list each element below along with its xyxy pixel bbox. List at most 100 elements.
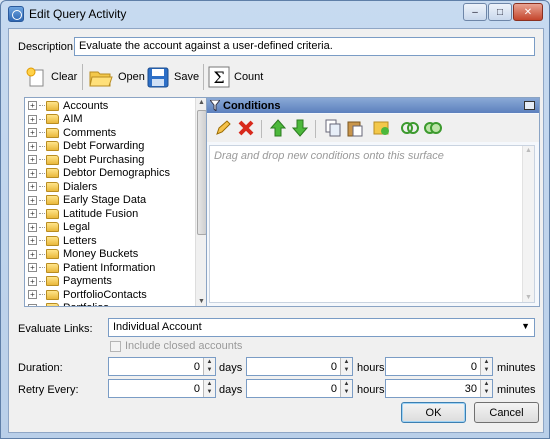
duration-minutes-spinner[interactable]: 0 ▲ ▼ <box>385 357 493 376</box>
expand-icon[interactable]: + <box>28 222 37 232</box>
title-bar[interactable]: Edit Query Activity – □ ✕ <box>1 1 549 27</box>
expand-icon[interactable]: + <box>28 209 37 219</box>
tree-item[interactable]: + Money Buckets <box>25 248 208 262</box>
expand-icon[interactable]: + <box>28 236 37 246</box>
open-folder-icon <box>89 71 113 87</box>
svg-text:Σ: Σ <box>213 68 224 87</box>
ok-button[interactable]: OK <box>401 402 466 423</box>
duration-label: Duration: <box>18 362 63 374</box>
data-tree[interactable]: + Accounts + AIM + Comments + Debt Forwarding + D… <box>24 97 209 307</box>
scroll-up-icon[interactable]: ▲ <box>525 147 532 154</box>
or-icon[interactable] <box>424 119 442 137</box>
expand-icon[interactable]: + <box>28 182 37 192</box>
tree-connector <box>39 159 45 161</box>
expand-icon[interactable]: + <box>28 101 37 111</box>
tree-item[interactable]: + AIM <box>25 113 208 127</box>
scroll-down-icon[interactable]: ▼ <box>525 294 532 301</box>
spin-arrows-icon[interactable]: ▲ ▼ <box>480 358 492 375</box>
days-unit: days <box>219 362 243 374</box>
tree-item-label: PortfolioContacts <box>63 288 147 301</box>
tree-item[interactable]: + Payments <box>25 275 208 289</box>
spin-arrows-icon[interactable]: ▲ ▼ <box>340 380 352 397</box>
tree-item[interactable]: + Debt Forwarding <box>25 140 208 154</box>
close-button[interactable]: ✕ <box>513 3 543 21</box>
tree-item[interactable]: + Accounts <box>25 99 208 113</box>
expand-icon[interactable]: + <box>28 128 37 138</box>
edit-query-activity-window: Edit Query Activity – □ ✕ Description: E… <box>0 0 550 439</box>
retry-hours-spinner[interactable]: 0 ▲ ▼ <box>246 379 353 398</box>
group-icon[interactable] <box>372 119 390 137</box>
expand-icon[interactable]: + <box>28 114 37 124</box>
maximize-button[interactable]: □ <box>488 3 512 21</box>
spin-arrows-icon[interactable]: ▲ ▼ <box>340 358 352 375</box>
include-closed-checkbox[interactable]: Include closed accounts <box>110 340 242 352</box>
folder-icon <box>46 249 59 260</box>
count-button[interactable]: Σ Count <box>208 63 263 91</box>
expand-icon[interactable]: + <box>28 195 37 205</box>
days-unit: days <box>219 384 243 396</box>
tree-connector <box>39 213 45 215</box>
evaluate-links-select[interactable]: Individual Account ▼ <box>108 318 535 337</box>
conditions-panel: Conditions Drag and drop new conditions … <box>206 97 540 307</box>
expand-icon[interactable]: + <box>28 141 37 151</box>
tree-item[interactable]: + Latitude Fusion <box>25 207 208 221</box>
edit-icon[interactable] <box>214 119 232 137</box>
paste-icon[interactable] <box>346 119 364 137</box>
conditions-toolbar <box>207 114 539 142</box>
open-label: Open <box>118 71 145 83</box>
expand-icon[interactable]: + <box>28 303 37 306</box>
surface-scrollbar[interactable]: ▲ ▼ <box>522 146 534 302</box>
minimize-button[interactable]: – <box>463 3 487 21</box>
retry-days-spinner[interactable]: 0 ▲ ▼ <box>108 379 216 398</box>
tree-item-label: Latitude Fusion <box>63 207 139 220</box>
and-icon[interactable] <box>401 119 419 137</box>
copy-icon[interactable] <box>324 119 342 137</box>
scroll-down-icon[interactable]: ▼ <box>198 298 205 305</box>
description-field[interactable]: Evaluate the account against a user-defi… <box>74 37 535 56</box>
dialog-client-area: Description: Evaluate the account agains… <box>8 28 544 433</box>
spin-arrows-icon[interactable]: ▲ ▼ <box>480 380 492 397</box>
tree-item[interactable]: + Dialers <box>25 180 208 194</box>
checkbox-box <box>110 340 121 352</box>
cancel-button[interactable]: Cancel <box>474 402 539 423</box>
expand-icon[interactable]: + <box>28 168 37 178</box>
tree-item[interactable]: + Legal <box>25 221 208 235</box>
tree-item[interactable]: + Portfolios <box>25 302 208 306</box>
duration-hours-spinner[interactable]: 0 ▲ ▼ <box>246 357 353 376</box>
sigma-icon: Σ <box>208 66 230 88</box>
tree-connector <box>39 145 45 147</box>
tree-item[interactable]: + Debtor Demographics <box>25 167 208 181</box>
tree-item[interactable]: + PortfolioContacts <box>25 288 208 302</box>
spin-arrows-icon[interactable]: ▲ ▼ <box>203 380 215 397</box>
tree-connector <box>39 105 45 107</box>
toolbar-separator <box>261 120 262 138</box>
clear-label: Clear <box>51 71 78 83</box>
clear-button[interactable]: Clear <box>25 63 77 91</box>
retry-minutes-spinner[interactable]: 30 ▲ ▼ <box>385 379 493 398</box>
tree-item[interactable]: + Debt Purchasing <box>25 153 208 167</box>
tree-item[interactable]: + Early Stage Data <box>25 194 208 208</box>
expand-icon[interactable]: + <box>28 276 37 286</box>
spin-arrows-icon[interactable]: ▲ ▼ <box>203 358 215 375</box>
scroll-up-icon[interactable]: ▲ <box>198 99 205 106</box>
tree-item[interactable]: + Letters <box>25 234 208 248</box>
save-button[interactable]: Save <box>146 63 199 91</box>
duration-days-spinner[interactable]: 0 ▲ ▼ <box>108 357 216 376</box>
tree-connector <box>39 267 45 269</box>
tree-item[interactable]: + Comments <box>25 126 208 140</box>
open-button[interactable]: Open <box>88 63 145 91</box>
conditions-drop-surface[interactable]: Drag and drop new conditions onto this s… <box>209 145 535 303</box>
tree-item-label: Payments <box>63 275 112 288</box>
tree-item-label: AIM <box>63 113 83 126</box>
tree-item[interactable]: + Patient Information <box>25 261 208 275</box>
tree-connector <box>39 253 45 255</box>
delete-icon[interactable] <box>237 119 255 137</box>
expand-icon[interactable]: + <box>28 249 37 259</box>
expand-icon[interactable]: + <box>28 263 37 273</box>
chevron-down-icon: ▼ <box>521 321 530 331</box>
expand-icon[interactable]: + <box>28 290 37 300</box>
collapse-icon[interactable] <box>524 101 535 110</box>
move-up-icon[interactable] <box>269 119 287 137</box>
move-down-icon[interactable] <box>291 119 309 137</box>
expand-icon[interactable]: + <box>28 155 37 165</box>
